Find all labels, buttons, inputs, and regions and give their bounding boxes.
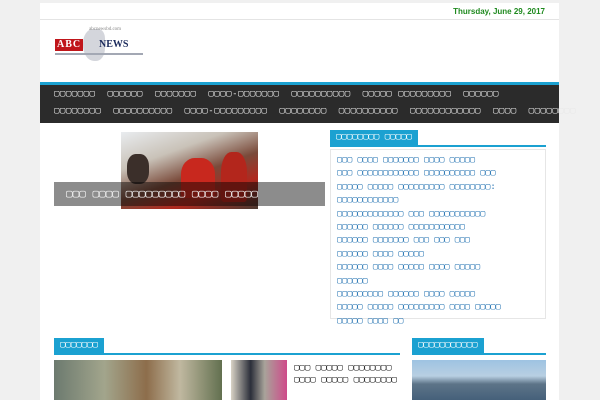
site-logo[interactable]: abcnewsbd.com ABC NEWS: [55, 27, 145, 63]
nav-item[interactable]: ▢▢▢▢▢▢▢▢▢▢: [339, 106, 398, 116]
nav-item[interactable]: ▢▢▢▢▢▢▢: [155, 89, 196, 99]
slide-caption-text[interactable]: ▢▢▢ ▢▢▢▢ ▢▢▢▢▢▢▢▢▢ ▢▢▢▢ ▢▢▢▢▢: [66, 187, 258, 200]
nav-item[interactable]: ▢▢▢▢▢▢: [463, 89, 499, 99]
section-heading: ▢▢▢▢▢▢▢▢▢▢▢: [412, 338, 484, 353]
story-title[interactable]: ▢▢▢ ▢▢▢▢▢ ▢▢▢▢▢▢▢▢ ▢▢▢▢ ▢▢▢▢▢ ▢▢▢▢▢▢▢▢: [294, 362, 399, 386]
main-navigation: ▢▢▢▢▢▢▢ ▢▢▢▢▢▢ ▢▢▢▢▢▢▢ ▢▢▢▢-▢▢▢▢▢▢▢ ▢▢▢▢…: [40, 82, 576, 123]
category-section-left: ▢▢▢▢▢▢▢ ▢▢▢ ▢▢▢▢▢ ▢▢▢▢▢▢▢▢ ▢▢▢▢ ▢▢▢▢▢ ▢▢…: [54, 338, 400, 400]
latest-news-heading: ▢▢▢▢▢▢▢▢ ▢▢▢▢▢: [330, 130, 418, 145]
news-link[interactable]: ▢▢▢▢▢▢ ▢▢▢▢ ▢▢▢▢▢ ▢▢▢▢ ▢▢▢▢▢: [337, 261, 542, 274]
slide-caption[interactable]: ▢▢▢ ▢▢▢▢ ▢▢▢▢▢▢▢▢▢ ▢▢▢▢ ▢▢▢▢▢: [54, 182, 325, 206]
heading-rule: [54, 353, 400, 355]
nav-item[interactable]: ▢▢▢▢: [493, 106, 517, 116]
logo-abc: ABC: [55, 39, 84, 51]
nav-item[interactable]: ▢▢▢▢▢ ▢▢▢▢▢▢▢▢▢: [363, 89, 452, 99]
story-thumbnail[interactable]: [54, 360, 222, 400]
nav-item[interactable]: ▢▢▢▢▢▢▢▢: [279, 106, 326, 116]
logo-underline: [55, 53, 143, 55]
news-link[interactable]: ▢▢▢▢▢ ▢▢▢▢▢ ▢▢▢▢▢▢▢▢▢ ▢▢▢▢▢▢▢▢:: [337, 181, 542, 194]
news-link[interactable]: ▢▢▢▢▢▢▢▢▢ ▢▢▢▢▢▢ ▢▢▢▢ ▢▢▢▢▢: [337, 288, 542, 301]
news-link[interactable]: ▢▢▢▢▢▢ ▢▢▢▢▢▢▢ ▢▢▢ ▢▢▢ ▢▢▢: [337, 234, 542, 247]
story-thumbnail[interactable]: [412, 360, 546, 400]
category-section-right: ▢▢▢▢▢▢▢▢▢▢▢: [412, 338, 546, 400]
nav-item[interactable]: ▢▢▢▢▢▢▢▢▢▢▢▢: [410, 106, 481, 116]
news-link[interactable]: ▢▢▢▢▢▢▢▢▢▢▢▢▢ ▢▢▢ ▢▢▢▢▢▢▢▢▢▢▢: [337, 208, 542, 221]
news-link[interactable]: ▢▢▢▢▢ ▢▢▢▢ ▢▢: [337, 315, 542, 328]
news-link[interactable]: ▢▢▢▢▢▢ ▢▢▢▢ ▢▢▢▢▢: [337, 248, 542, 261]
nav-item[interactable]: ▢▢▢▢▢▢▢▢: [529, 106, 576, 116]
nav-item[interactable]: ▢▢▢▢▢▢▢▢▢▢: [113, 106, 172, 116]
news-link[interactable]: ▢▢▢▢▢▢▢▢▢▢▢▢: [337, 194, 542, 207]
nav-row-2: ▢▢▢▢▢▢▢▢ ▢▢▢▢▢▢▢▢▢▢ ▢▢▢▢-▢▢▢▢▢▢▢▢▢ ▢▢▢▢▢…: [54, 106, 576, 116]
featured-slider[interactable]: ▢▢▢ ▢▢▢▢ ▢▢▢▢▢▢▢▢▢ ▢▢▢▢ ▢▢▢▢▢: [54, 132, 325, 209]
latest-news-list: ▢▢▢ ▢▢▢▢ ▢▢▢▢▢▢▢ ▢▢▢▢ ▢▢▢▢▢ ▢▢▢ ▢▢▢▢▢▢▢▢…: [337, 154, 542, 328]
photo-figure: [127, 154, 149, 184]
nav-item[interactable]: ▢▢▢▢▢▢▢▢▢▢: [291, 89, 350, 99]
news-link[interactable]: ▢▢▢▢▢▢: [337, 275, 542, 288]
heading-rule: [330, 145, 546, 147]
heading-rule: [412, 353, 546, 355]
story-thumbnail[interactable]: [231, 360, 287, 400]
nav-item[interactable]: ▢▢▢▢-▢▢▢▢▢▢▢: [208, 89, 279, 99]
nav-item[interactable]: ▢▢▢▢▢▢▢▢: [54, 106, 101, 116]
latest-news-box: ▢▢▢ ▢▢▢▢ ▢▢▢▢▢▢▢ ▢▢▢▢ ▢▢▢▢▢ ▢▢▢ ▢▢▢▢▢▢▢▢…: [330, 149, 546, 326]
nav-item[interactable]: ▢▢▢▢▢▢▢: [54, 89, 95, 99]
nav-row-1: ▢▢▢▢▢▢▢ ▢▢▢▢▢▢ ▢▢▢▢▢▢▢ ▢▢▢▢-▢▢▢▢▢▢▢ ▢▢▢▢…: [54, 89, 499, 99]
news-link[interactable]: ▢▢▢ ▢▢▢▢ ▢▢▢▢▢▢▢ ▢▢▢▢ ▢▢▢▢▢: [337, 154, 542, 167]
logo-news: NEWS: [99, 39, 129, 50]
section-heading: ▢▢▢▢▢▢▢: [54, 338, 104, 353]
top-bar: Thursday, June 29, 2017: [40, 3, 559, 20]
nav-item[interactable]: ▢▢▢▢-▢▢▢▢▢▢▢▢▢: [185, 106, 268, 116]
page: Thursday, June 29, 2017 abcnewsbd.com AB…: [40, 3, 576, 400]
logo-tagline: abcnewsbd.com: [89, 27, 122, 32]
latest-news-widget: ▢▢▢▢▢▢▢▢ ▢▢▢▢▢ ▢▢▢ ▢▢▢▢ ▢▢▢▢▢▢▢ ▢▢▢▢ ▢▢▢…: [330, 130, 546, 326]
news-link[interactable]: ▢▢▢▢▢ ▢▢▢▢▢ ▢▢▢▢▢▢▢▢▢ ▢▢▢▢ ▢▢▢▢▢: [337, 301, 542, 314]
nav-item[interactable]: ▢▢▢▢▢▢: [107, 89, 143, 99]
current-date: Thursday, June 29, 2017: [453, 7, 545, 16]
news-link[interactable]: ▢▢▢▢▢▢ ▢▢▢▢▢▢ ▢▢▢▢▢▢▢▢▢▢▢: [337, 221, 542, 234]
news-link[interactable]: ▢▢▢ ▢▢▢▢▢▢▢▢▢▢▢▢ ▢▢▢▢▢▢▢▢▢▢ ▢▢▢: [337, 167, 542, 180]
